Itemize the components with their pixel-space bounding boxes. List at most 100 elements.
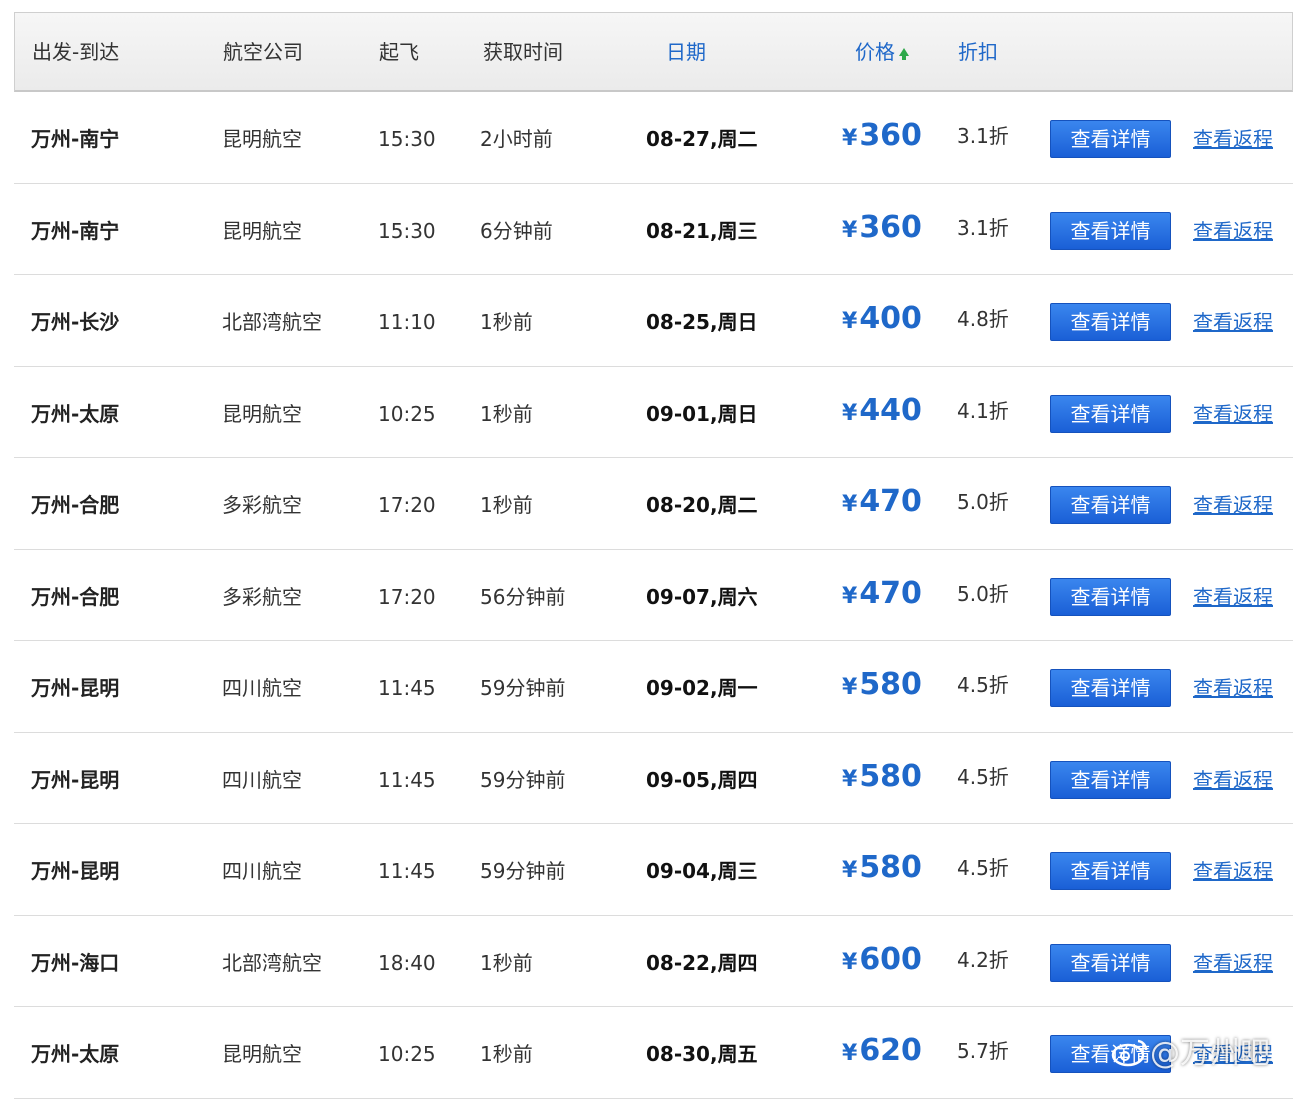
currency-symbol: ¥ (842, 583, 858, 609)
currency-symbol: ¥ (842, 858, 858, 883)
currency-symbol: ¥ (842, 1041, 858, 1066)
header-route: 出发-到达 (32, 40, 120, 64)
fetched-time-cell: 1秒前 (480, 310, 533, 334)
route-cell: 万州-太原 (31, 401, 120, 426)
price-value: 580 (859, 850, 922, 885)
airline-cell: 四川航空 (222, 767, 302, 792)
discount-cell: 4.5折 (957, 764, 1009, 789)
watermark: @万州吧 (1110, 1028, 1270, 1072)
route-cell: 万州-海口 (31, 950, 120, 975)
table-body: 万州-南宁 昆明航空 15:30 2小时前 08-27,周二 ¥360 3.1折 查看详情 查看… (14, 92, 1293, 1099)
table-row: 万州-长沙 北部湾航空 11:10 1秒前 08-25,周日 ¥400 4.8折 查看详情 查看… (14, 275, 1293, 367)
currency-symbol: ¥ (842, 675, 858, 700)
view-details-button[interactable]: 查看详情 (1050, 577, 1171, 616)
departure-time-cell: 18:40 (378, 950, 436, 975)
route-cell: 万州-合肥 (31, 584, 120, 609)
view-details-button[interactable]: 查看详情 (1050, 669, 1171, 707)
currency-symbol: ¥ (842, 492, 858, 517)
header-price-label: 价格 (855, 40, 895, 64)
currency-symbol: ¥ (842, 309, 858, 334)
airline-cell: 昆明航空 (222, 401, 302, 426)
view-return-link[interactable]: 查看返程 (1193, 458, 1273, 548)
header-date-sort[interactable]: 日期 (666, 13, 706, 91)
table-row: 万州-昆明 四川航空 11:45 59分钟前 09-05,周四 ¥580 4.5折 查看详情查… (14, 733, 1293, 824)
discount-cell: 5.0折 (957, 490, 1009, 514)
discount-cell: 4.8折 (957, 307, 1009, 331)
view-details-button[interactable]: 查看详情 (1050, 943, 1171, 982)
airline-cell: 四川航空 (222, 676, 302, 700)
price-value: 360 (859, 118, 922, 153)
date-cell: 09-07,周六 (646, 584, 758, 609)
price-value: 440 (859, 392, 922, 428)
price-cell: ¥360 (842, 92, 922, 182)
header-date-label: 日期 (666, 40, 706, 64)
route-cell: 万州-昆明 (31, 767, 120, 792)
view-return-link[interactable]: 查看返程 (1193, 641, 1273, 731)
airline-cell: 昆明航空 (222, 127, 302, 151)
view-details-button[interactable]: 查看详情 (1050, 120, 1171, 158)
discount-cell: 4.5折 (957, 856, 1009, 880)
fetched-time-cell: 59分钟前 (480, 859, 566, 883)
departure-time-cell: 11:45 (378, 859, 436, 883)
view-return-link[interactable]: 查看返程 (1193, 733, 1273, 823)
airline-cell: 昆明航空 (222, 1042, 302, 1066)
discount-cell: 5.0折 (957, 581, 1009, 606)
view-return-link[interactable]: 查看返程 (1193, 92, 1273, 182)
view-details-button[interactable]: 查看详情 (1050, 303, 1171, 341)
view-details-button[interactable]: 查看详情 (1050, 486, 1171, 524)
weibo-logo-icon (1111, 1039, 1148, 1067)
price-cell: ¥470 (842, 458, 922, 548)
view-return-link[interactable]: 查看返程 (1193, 916, 1273, 1006)
view-return-link[interactable]: 查看返程 (1193, 367, 1273, 457)
view-return-link[interactable]: 查看返程 (1193, 824, 1273, 914)
date-cell: 08-30,周五 (646, 1042, 758, 1066)
route-cell: 万州-太原 (31, 1042, 120, 1066)
table-row: 万州-合肥 多彩航空 17:20 1秒前 08-20,周二 ¥470 5.0折 查看详情 查看返… (14, 458, 1293, 550)
airline-cell: 四川航空 (222, 859, 302, 883)
price-cell: ¥600 (842, 916, 922, 1006)
departure-time-cell: 17:20 (378, 584, 436, 609)
route-cell: 万州-合肥 (31, 493, 120, 517)
departure-time-cell: 11:45 (378, 767, 436, 792)
watermark-text: @万州吧 (1150, 1036, 1270, 1071)
view-details-button[interactable]: 查看详情 (1050, 852, 1171, 890)
date-cell: 08-25,周日 (646, 310, 758, 334)
fetched-time-cell: 1秒前 (480, 1042, 533, 1066)
airline-cell: 北部湾航空 (222, 950, 322, 975)
table-row: 万州-昆明 四川航空 11:45 59分钟前 09-04,周三 ¥580 4.5折 查看详情查… (14, 824, 1293, 916)
price-value: 470 (859, 484, 922, 519)
view-details-button[interactable]: 查看详情 (1050, 760, 1171, 799)
airline-cell: 北部湾航空 (222, 310, 322, 334)
view-return-link[interactable]: 查看返程 (1193, 184, 1273, 274)
date-cell: 09-04,周三 (646, 859, 758, 883)
header-price-sort[interactable]: 价格 (855, 13, 909, 91)
header-departure: 起飞 (379, 40, 419, 64)
price-cell: ¥620 (842, 1007, 922, 1097)
table-row: 万州-太原 昆明航空 10:25 1秒前 09-01,周日 ¥440 4.1折 查看详情 查看返… (14, 367, 1293, 458)
currency-symbol: ¥ (842, 217, 858, 243)
currency-symbol: ¥ (842, 949, 858, 975)
price-cell: ¥580 (842, 733, 922, 823)
header-discount-sort[interactable]: 折扣 (958, 13, 998, 91)
discount-cell: 4.5折 (957, 673, 1009, 697)
date-cell: 09-02,周一 (646, 676, 758, 700)
fetched-time-cell: 59分钟前 (480, 767, 566, 792)
header-fetched: 获取时间 (483, 40, 563, 64)
discount-cell: 5.7折 (957, 1039, 1009, 1063)
airline-cell: 昆明航空 (222, 218, 302, 243)
price-value: 620 (859, 1033, 922, 1068)
view-details-button[interactable]: 查看详情 (1050, 211, 1171, 250)
date-cell: 08-27,周二 (646, 127, 758, 151)
discount-cell: 3.1折 (957, 124, 1009, 148)
departure-time-cell: 11:45 (378, 676, 436, 700)
route-cell: 万州-昆明 (31, 859, 120, 883)
view-details-button[interactable]: 查看详情 (1050, 394, 1171, 433)
header-airline: 航空公司 (223, 40, 303, 64)
discount-cell: 4.1折 (957, 398, 1009, 423)
price-cell: ¥580 (842, 824, 922, 914)
departure-time-cell: 17:20 (378, 493, 436, 517)
currency-symbol: ¥ (842, 400, 858, 426)
view-return-link[interactable]: 查看返程 (1193, 550, 1273, 640)
view-return-link[interactable]: 查看返程 (1193, 275, 1273, 365)
currency-symbol: ¥ (842, 766, 858, 792)
